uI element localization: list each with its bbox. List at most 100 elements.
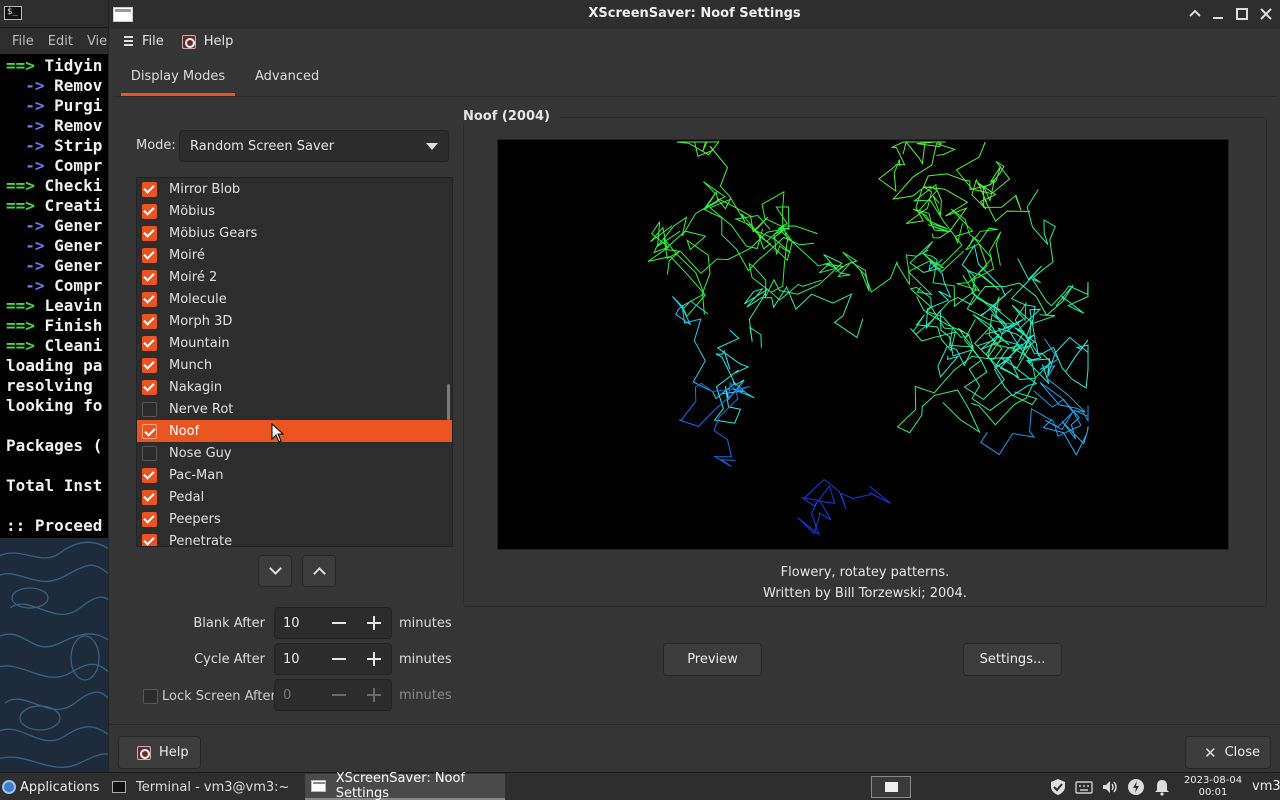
clock[interactable]: 2023-08-04 00:01 [1180, 775, 1246, 799]
enable-checkbox[interactable] [142, 181, 157, 197]
volume-icon[interactable] [1101, 778, 1119, 796]
applications-menu-button[interactable]: Applications [2, 773, 99, 800]
terminal-titlebar[interactable]: $_ [0, 0, 112, 28]
plus-icon[interactable] [367, 616, 381, 630]
terminal-line: ==> Tidyin [6, 56, 112, 76]
plus-icon[interactable] [367, 652, 381, 666]
file-menu[interactable]: File [123, 34, 164, 49]
lock-screen-label[interactable]: Lock Screen After [162, 689, 276, 704]
screensaver-preview[interactable] [497, 139, 1229, 550]
terminal-line-text: Strip [44, 136, 103, 155]
power-icon[interactable] [1127, 778, 1145, 796]
maximize-window-icon[interactable] [1234, 6, 1250, 22]
list-item[interactable]: Mirror Blob [137, 178, 452, 200]
enable-checkbox[interactable] [142, 203, 157, 219]
taskbar-xscreensaver-task[interactable]: XScreenSaver: Noof Settings [305, 771, 505, 800]
screensaver-list[interactable]: Mirror Blob Möbius Möbius Gears Moiré Moiré … [136, 177, 453, 547]
list-item[interactable]: Morph 3D [137, 310, 452, 332]
show-desktop-button[interactable] [871, 776, 911, 798]
user-name[interactable]: vm3 [1252, 779, 1280, 794]
tab-display-modes[interactable]: Display Modes [121, 58, 235, 96]
minus-icon[interactable] [332, 616, 346, 630]
enable-checkbox[interactable] [142, 489, 157, 505]
minus-icon[interactable] [332, 652, 346, 666]
list-item-label: Möbius [169, 203, 216, 219]
enable-checkbox[interactable] [142, 247, 157, 263]
terminal-line: -> Strip [6, 136, 112, 156]
enable-checkbox[interactable] [142, 379, 157, 395]
tab-advanced[interactable]: Advanced [235, 58, 331, 96]
cycle-after-unit: minutes [399, 652, 452, 667]
terminal-line: Packages ( [6, 436, 112, 456]
enable-checkbox[interactable] [142, 313, 157, 329]
blank-after-spinbox[interactable]: 10 [274, 607, 392, 639]
applications-label: Applications [20, 779, 100, 795]
list-item[interactable]: Molecule [137, 288, 452, 310]
close-button-label: Close [1224, 745, 1260, 760]
dropdown-arrow-icon [426, 143, 438, 150]
enable-checkbox[interactable] [142, 291, 157, 307]
terminal-menu-edit[interactable]: Edit [48, 34, 73, 54]
window-titlebar[interactable]: XScreenSaver: Noof Settings [109, 0, 1280, 29]
minimize-window-icon[interactable] [1210, 6, 1226, 22]
noof-pattern-stroke [743, 286, 864, 348]
lock-screen-checkbox[interactable] [143, 689, 158, 704]
next-screensaver-button[interactable] [258, 555, 292, 587]
terminal-line: ==> Finish [6, 316, 112, 336]
list-item-selected[interactable]: Noof [137, 420, 452, 442]
terminal-line: ==> Cleani [6, 336, 112, 356]
lock-after-value: 0 [283, 688, 292, 703]
cycle-after-label: Cycle After [194, 652, 265, 667]
help-menu[interactable]: Help [181, 34, 233, 49]
list-item[interactable]: Möbius Gears [137, 222, 452, 244]
settings-button[interactable]: Settings... [963, 643, 1062, 676]
enable-checkbox[interactable] [142, 335, 157, 351]
enable-checkbox[interactable] [142, 269, 157, 285]
enable-checkbox[interactable] [142, 225, 157, 241]
enable-checkbox[interactable] [142, 401, 157, 417]
preview-frame-title: Noof (2004) [463, 109, 560, 124]
list-item[interactable]: Nakagin [137, 376, 452, 398]
enable-checkbox[interactable] [142, 467, 157, 483]
close-window-icon[interactable] [1258, 6, 1274, 22]
enable-checkbox[interactable] [142, 423, 157, 439]
enable-checkbox[interactable] [142, 511, 157, 527]
list-item[interactable]: Moiré [137, 244, 452, 266]
list-item[interactable]: Peepers [137, 508, 452, 530]
list-item[interactable]: Pac-Man [137, 464, 452, 486]
list-item-label: Nakagin [169, 379, 223, 395]
notification-bell-icon[interactable] [1153, 778, 1171, 796]
list-item[interactable]: Penetrate [137, 530, 452, 546]
terminal-menu-view[interactable]: Vie [87, 34, 107, 54]
list-item[interactable]: Munch [137, 354, 452, 376]
close-button[interactable]: ✕ Close [1185, 736, 1271, 769]
list-scrollbar[interactable] [447, 384, 450, 420]
blank-after-value[interactable]: 10 [283, 616, 300, 631]
cycle-after-value[interactable]: 10 [283, 652, 300, 667]
enable-checkbox[interactable] [142, 357, 157, 373]
mode-dropdown[interactable]: Random Screen Saver [179, 130, 449, 162]
list-item[interactable]: Möbius [137, 200, 452, 222]
taskbar-terminal-task[interactable]: Terminal - vm3@vm3:~ [108, 774, 298, 800]
list-item[interactable]: Nerve Rot [137, 398, 452, 420]
terminal-menu-file[interactable]: File [12, 34, 34, 54]
terminal-menubar: File Edit Vie [0, 28, 112, 54]
list-item[interactable]: Moiré 2 [137, 266, 452, 288]
enable-checkbox[interactable] [142, 533, 157, 546]
shield-icon[interactable] [1049, 778, 1067, 796]
preview-button[interactable]: Preview [663, 643, 762, 676]
shade-window-icon[interactable] [1187, 6, 1203, 22]
terminal-output[interactable]: ==> Tidyin -> Remov -> Purgi -> Remov ->… [0, 54, 112, 538]
list-item[interactable]: Pedal [137, 486, 452, 508]
list-item[interactable]: Nose Guy [137, 442, 452, 464]
enable-checkbox[interactable] [142, 445, 157, 461]
list-item[interactable]: Mountain [137, 332, 452, 354]
cycle-after-spinbox[interactable]: 10 [274, 643, 392, 675]
terminal-line: -> Gener [6, 256, 112, 276]
previous-screensaver-button[interactable] [302, 555, 336, 587]
noof-pattern-stroke [663, 206, 818, 315]
list-item-label: Molecule [169, 291, 227, 307]
help-button[interactable]: Help [118, 736, 201, 769]
background-terminal[interactable]: $_ File Edit Vie ==> Tidyin -> Remov -> … [0, 0, 112, 772]
keyboard-icon[interactable] [1075, 778, 1093, 796]
